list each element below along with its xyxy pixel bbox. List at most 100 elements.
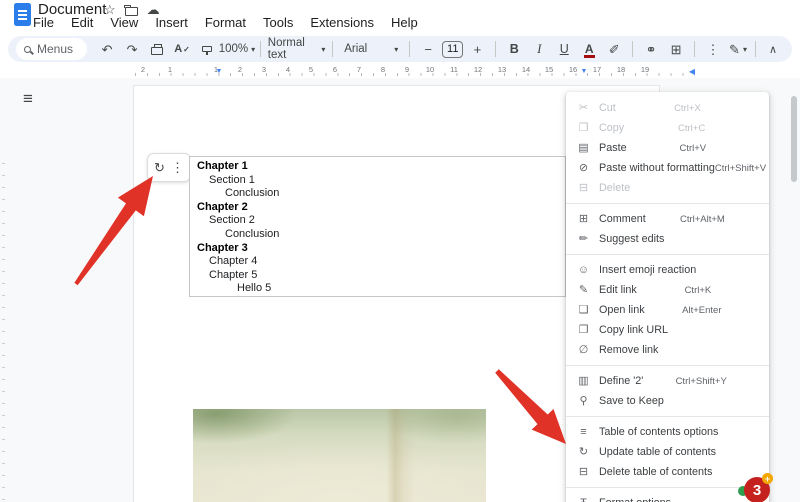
- hide-menus-button[interactable]: ∧: [762, 38, 784, 60]
- toc-entry[interactable]: Conclusion: [190, 187, 565, 201]
- ruler-number: 2: [140, 65, 146, 74]
- menu-item-paste-without-formatting[interactable]: ⊘ Paste without formatting Ctrl+Shift+V: [566, 158, 769, 178]
- menubar-item-edit[interactable]: Edit: [71, 15, 93, 30]
- menubar-item-view[interactable]: View: [110, 15, 138, 30]
- toc-entry[interactable]: Section 2: [190, 214, 565, 228]
- highlight-color-button[interactable]: ✐: [603, 38, 625, 60]
- print-button[interactable]: [146, 38, 168, 60]
- menu-item-remove-link[interactable]: ∅ Remove link: [566, 340, 769, 360]
- toc-entry[interactable]: Chapter 5: [190, 269, 565, 283]
- toc-entry[interactable]: Chapter 4: [190, 255, 565, 269]
- print-icon: [151, 43, 164, 55]
- menu-item-comment[interactable]: ⊞ Comment Ctrl+Alt+M: [566, 209, 769, 229]
- ruler-marker-left[interactable]: ◀: [689, 67, 695, 76]
- zoom-select[interactable]: 100% ▾: [219, 38, 255, 60]
- format-options-icon: Ŧ: [576, 497, 591, 502]
- menubar-item-format[interactable]: Format: [205, 15, 246, 30]
- toc-entry[interactable]: Chapter 2: [190, 201, 565, 215]
- menubar-item-extensions[interactable]: Extensions: [310, 15, 374, 30]
- pen-icon: ✎: [729, 41, 740, 57]
- menubar: File Edit View Insert Format Tools Extensions H…: [33, 15, 418, 30]
- menu-item-update-table-of-contents[interactable]: ↻ Update table of contents: [566, 442, 769, 462]
- toc-more-options-button[interactable]: ⋮: [171, 161, 184, 174]
- more-toolbar-button[interactable]: ⋮: [702, 38, 724, 60]
- underline-button[interactable]: U: [553, 38, 575, 60]
- paint-format-button[interactable]: [196, 38, 218, 60]
- add-comment-button[interactable]: ⊞: [665, 38, 687, 60]
- menubar-item-tools[interactable]: Tools: [263, 15, 293, 30]
- menu-item-label: Suggest edits: [599, 233, 665, 245]
- search-menus-button[interactable]: Menus: [16, 38, 88, 60]
- font-select[interactable]: Arial ▾: [340, 38, 402, 60]
- paint-roller-icon: [202, 46, 213, 55]
- font-size-input[interactable]: 11: [442, 40, 464, 58]
- ruler-marker-down[interactable]: ▼: [216, 68, 223, 75]
- menu-item-shortcut: Alt+Enter: [682, 304, 722, 316]
- italic-button[interactable]: I: [528, 38, 550, 60]
- docs-logo[interactable]: [14, 3, 31, 26]
- menu-item-copy-link-url[interactable]: ❐ Copy link URL: [566, 320, 769, 340]
- paragraph-style-select[interactable]: Normal text ▾: [267, 37, 326, 61]
- toc-entry[interactable]: Conclusion: [190, 228, 565, 242]
- toc-entry[interactable]: Hello 5: [190, 282, 565, 296]
- spellcheck-letter: A: [174, 43, 183, 55]
- font-value: Arial: [344, 43, 368, 55]
- menu-item-label: Copy: [599, 122, 625, 134]
- copy-icon: ❐: [578, 121, 589, 134]
- ruler-number: 4: [285, 65, 291, 74]
- edit-link-icon: ✎: [578, 283, 589, 296]
- menu-item-open-link[interactable]: ❏ Open link Alt+Enter: [566, 300, 769, 320]
- scrollbar-thumb[interactable]: [791, 96, 797, 182]
- editing-mode-select[interactable]: ✎ ▾: [727, 38, 749, 60]
- menu-item-shortcut: Ctrl+Shift+Y: [675, 375, 727, 387]
- menu-item-shortcut: Ctrl+X: [674, 102, 701, 114]
- menu-item-label: Update table of contents: [599, 446, 717, 458]
- cut-icon: ✂: [578, 101, 589, 114]
- text-color-button[interactable]: A: [578, 38, 600, 60]
- spellcheck-button[interactable]: A ✓: [171, 38, 193, 60]
- paragraph-style-value: Normal text: [267, 37, 305, 61]
- toc-box: Chapter 1 Section 1 Conclusion Chapter 2 Sec…: [189, 156, 566, 297]
- menu-divider: [566, 203, 769, 204]
- menu-item-insert-emoji-reaction[interactable]: ☺ Insert emoji reaction: [566, 260, 769, 280]
- menu-item-suggest-edits[interactable]: ✏ Suggest edits: [566, 229, 769, 249]
- ruler-number: 19: [640, 65, 650, 74]
- menubar-item-help[interactable]: Help: [391, 15, 418, 30]
- delete-icon: ⊟: [578, 181, 589, 194]
- menu-divider: [566, 254, 769, 255]
- toc-entry[interactable]: Chapter 1: [190, 160, 565, 174]
- inline-image[interactable]: [193, 409, 486, 502]
- menubar-item-file[interactable]: File: [33, 15, 54, 30]
- bold-button[interactable]: B: [503, 38, 525, 60]
- menu-item-label: Cut: [599, 102, 616, 114]
- menu-item-label: Remove link: [599, 344, 659, 356]
- menu-item-edit-link[interactable]: ✎ Edit link Ctrl+K: [566, 280, 769, 300]
- vertical-ruler: [0, 163, 8, 502]
- menu-item-shortcut: Ctrl+C: [678, 122, 706, 134]
- undo-button[interactable]: ↶: [96, 38, 118, 60]
- toolbar-divider: [409, 41, 411, 57]
- decrease-font-size-button[interactable]: −: [417, 38, 439, 60]
- insert-emoji-reaction-icon: ☺: [577, 263, 590, 276]
- menu-item-table-of-contents-options[interactable]: ≡ Table of contents options: [566, 422, 769, 442]
- toolbar-divider: [259, 41, 261, 57]
- insert-link-button[interactable]: ⚭: [640, 38, 662, 60]
- notification-badge: 3 +: [738, 473, 773, 502]
- redo-button[interactable]: ↷: [121, 38, 143, 60]
- menu-item-define[interactable]: ▥ Define '2' Ctrl+Shift+Y: [566, 371, 769, 391]
- menu-item-label: Define '2': [599, 375, 644, 387]
- toc-entry[interactable]: Section 1: [190, 174, 565, 188]
- ruler-number: 15: [544, 65, 554, 74]
- menu-item-paste[interactable]: ▤ Paste Ctrl+V: [566, 138, 769, 158]
- search-menus-label: Menus: [37, 42, 74, 56]
- increase-font-size-button[interactable]: +: [466, 38, 488, 60]
- refresh-toc-button[interactable]: ↻: [154, 161, 165, 174]
- ruler-marker-down[interactable]: ▼: [581, 68, 588, 75]
- show-outline-button[interactable]: ≡: [14, 86, 42, 112]
- copy-link-url-icon: ❐: [578, 323, 589, 336]
- menu-item-label: Paste without formatting: [599, 162, 715, 174]
- toc-entry[interactable]: Chapter 3: [190, 242, 565, 256]
- menu-item-save-to-keep[interactable]: ⚲ Save to Keep: [566, 391, 769, 411]
- menubar-item-insert[interactable]: Insert: [155, 15, 188, 30]
- menu-item-delete-table-of-contents[interactable]: ⊟ Delete table of contents: [566, 462, 769, 482]
